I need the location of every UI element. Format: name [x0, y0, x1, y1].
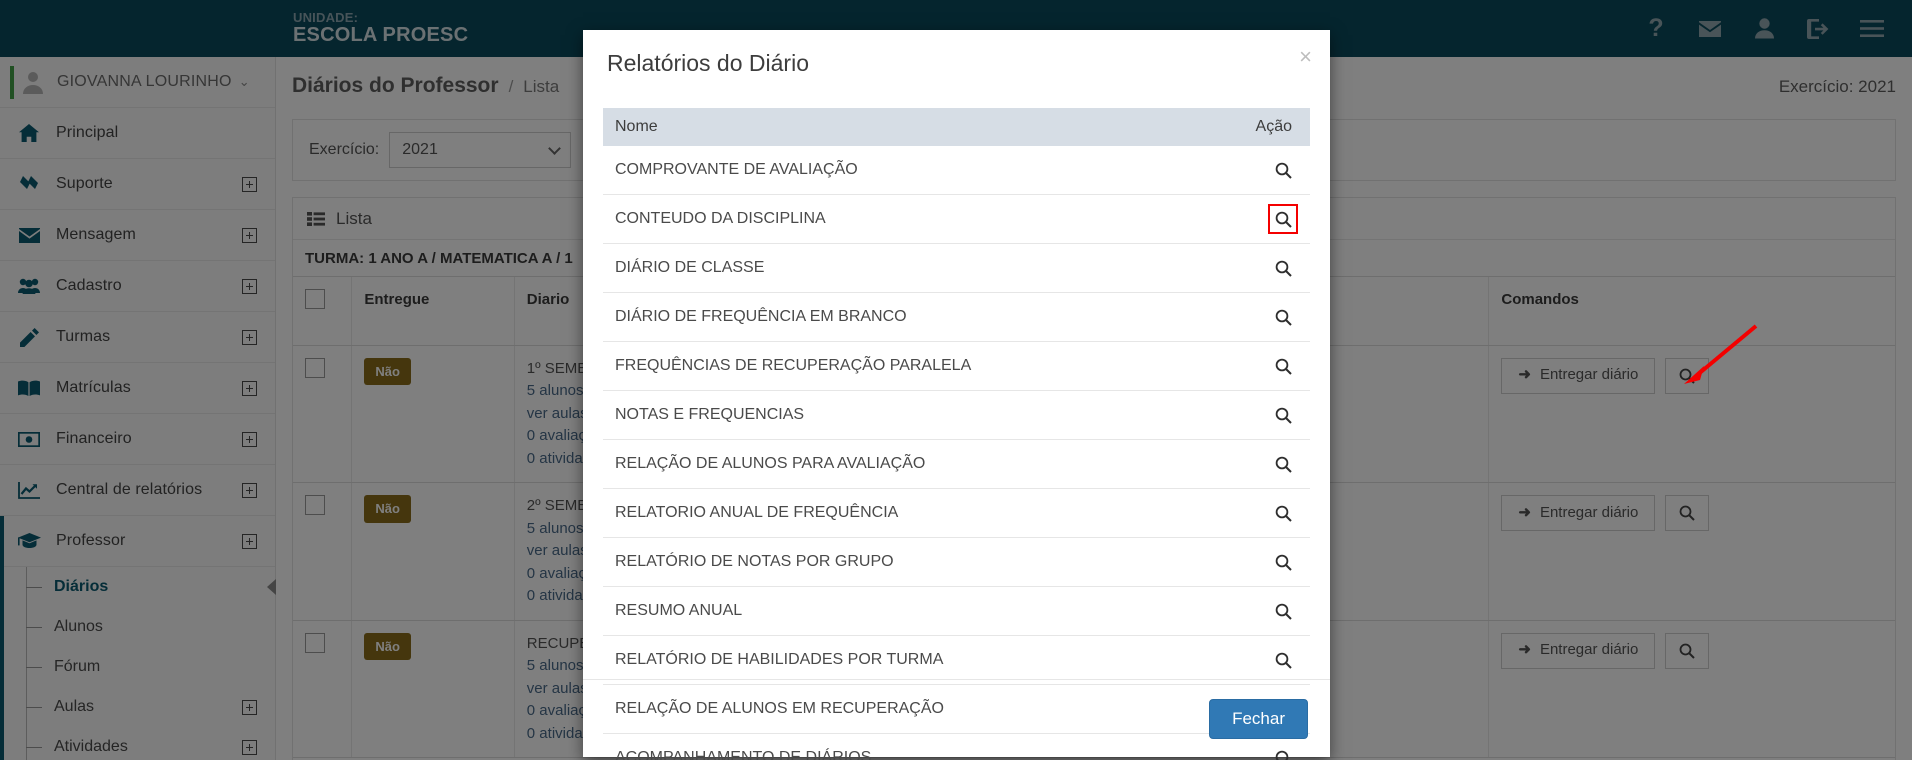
report-action-cell: [1220, 341, 1310, 391]
close-icon[interactable]: ×: [1299, 46, 1312, 68]
report-name: FREQUÊNCIAS DE RECUPERAÇÃO PARALELA: [603, 341, 1220, 391]
report-action-cell: [1220, 439, 1310, 489]
modal-title: Relatórios do Diário: [607, 50, 809, 76]
report-action-cell: [1220, 537, 1310, 587]
report-action-cell: [1220, 146, 1310, 195]
report-action-cell: [1220, 635, 1310, 685]
search-icon[interactable]: [1268, 253, 1298, 283]
report-name: COMPROVANTE DE AVALIAÇÃO: [603, 146, 1220, 195]
modal-header: Relatórios do Diário ×: [583, 30, 1330, 108]
modal-footer: Fechar: [583, 679, 1330, 757]
modal-body: Nome Ação COMPROVANTE DE AVALIAÇÃO CONTE…: [583, 108, 1330, 760]
report-name: CONTEUDO DA DISCIPLINA: [603, 194, 1220, 244]
report-name: RELAÇÃO DE ALUNOS PARA AVALIAÇÃO: [603, 439, 1220, 489]
list-item: COMPROVANTE DE AVALIAÇÃO: [603, 146, 1310, 195]
report-name: RESUMO ANUAL: [603, 586, 1220, 636]
reports-column-acao: Ação: [1220, 108, 1310, 146]
fechar-button[interactable]: Fechar: [1209, 698, 1308, 739]
search-icon[interactable]: [1268, 498, 1298, 528]
reports-column-nome: Nome: [603, 108, 1220, 146]
reports-table-body: COMPROVANTE DE AVALIAÇÃO CONTEUDO DA DIS…: [603, 146, 1310, 760]
report-name: RELATÓRIO DE HABILIDADES POR TURMA: [603, 635, 1220, 685]
report-name: RELATÓRIO DE NOTAS POR GRUPO: [603, 537, 1220, 587]
report-name: DIÁRIO DE FREQUÊNCIA EM BRANCO: [603, 292, 1220, 342]
search-icon[interactable]: [1268, 204, 1298, 234]
list-item: NOTAS E FREQUENCIAS: [603, 390, 1310, 440]
search-icon[interactable]: [1268, 155, 1298, 185]
list-item: RELATORIO ANUAL DE FREQUÊNCIA: [603, 488, 1310, 538]
search-icon[interactable]: [1268, 547, 1298, 577]
search-icon[interactable]: [1268, 351, 1298, 381]
report-action-cell: [1220, 292, 1310, 342]
search-icon[interactable]: [1268, 400, 1298, 430]
list-item: DIÁRIO DE CLASSE: [603, 243, 1310, 293]
list-item: CONTEUDO DA DISCIPLINA: [603, 194, 1310, 244]
report-action-cell: [1220, 194, 1310, 244]
search-icon[interactable]: [1268, 302, 1298, 332]
list-item: RELATÓRIO DE NOTAS POR GRUPO: [603, 537, 1310, 587]
report-name: DIÁRIO DE CLASSE: [603, 243, 1220, 293]
search-icon[interactable]: [1268, 596, 1298, 626]
list-item: FREQUÊNCIAS DE RECUPERAÇÃO PARALELA: [603, 341, 1310, 391]
search-icon[interactable]: [1268, 449, 1298, 479]
reports-table: Nome Ação COMPROVANTE DE AVALIAÇÃO CONTE…: [603, 108, 1310, 760]
reports-table-header-row: Nome Ação: [603, 108, 1310, 146]
report-action-cell: [1220, 243, 1310, 293]
list-item: RELATÓRIO DE HABILIDADES POR TURMA: [603, 635, 1310, 685]
report-action-cell: [1220, 488, 1310, 538]
report-name: RELATORIO ANUAL DE FREQUÊNCIA: [603, 488, 1220, 538]
list-item: RELAÇÃO DE ALUNOS PARA AVALIAÇÃO: [603, 439, 1310, 489]
list-item: RESUMO ANUAL: [603, 586, 1310, 636]
search-icon[interactable]: [1268, 645, 1298, 675]
report-action-cell: [1220, 586, 1310, 636]
report-action-cell: [1220, 390, 1310, 440]
list-item: DIÁRIO DE FREQUÊNCIA EM BRANCO: [603, 292, 1310, 342]
relatorios-modal: Relatórios do Diário × Nome Ação COMPROV…: [583, 30, 1330, 760]
report-name: NOTAS E FREQUENCIAS: [603, 390, 1220, 440]
